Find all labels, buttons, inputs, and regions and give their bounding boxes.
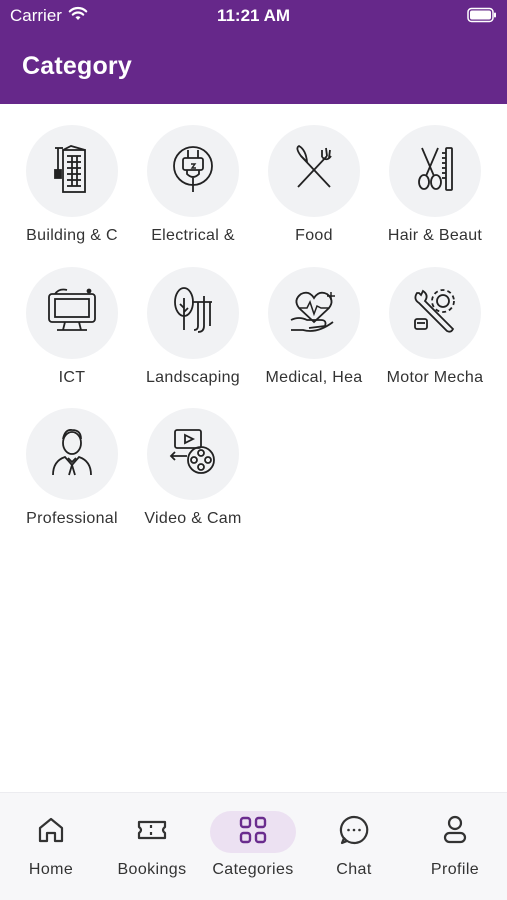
tab-icon-container	[412, 811, 498, 853]
category-label: ICT	[58, 369, 86, 386]
category-label: Building & C	[26, 227, 118, 244]
category-circle	[389, 267, 481, 359]
plug-icon	[168, 142, 218, 201]
tab-categories[interactable]: Categories	[203, 811, 303, 879]
tab-label: Home	[28, 861, 74, 878]
category-circle	[26, 125, 118, 217]
tab-label: Chat	[336, 861, 372, 878]
grid-icon	[238, 815, 268, 850]
category-circle	[268, 125, 360, 217]
status-bar: Carrier 11:21 AM	[0, 0, 507, 32]
category-label: Food	[295, 227, 333, 244]
category-item-video-camera[interactable]: Video & Cam	[138, 408, 248, 538]
category-item-electrical[interactable]: Electrical &	[138, 125, 248, 255]
category-label: Medical, Hea	[265, 369, 363, 386]
person-icon	[440, 814, 470, 851]
category-item-motor-mechanic[interactable]: Motor Mecha	[380, 267, 490, 397]
tab-icon-container	[109, 811, 195, 853]
category-label: Landscaping	[145, 369, 241, 386]
tab-profile[interactable]: Profile	[405, 811, 505, 879]
category-item-hair-beauty[interactable]: Hair & Beaut	[380, 125, 490, 255]
scissors-comb-icon	[410, 142, 460, 201]
battery-icon	[467, 7, 497, 28]
ticket-icon	[135, 814, 169, 851]
tab-chat[interactable]: Chat	[304, 811, 404, 879]
building-icon	[47, 142, 97, 201]
category-item-landscaping[interactable]: Landscaping	[138, 267, 248, 397]
category-label: Professional	[26, 510, 118, 527]
category-label: Electrical &	[151, 227, 235, 244]
chat-bubble-icon	[338, 814, 370, 851]
category-circle	[147, 125, 239, 217]
tab-icon-container	[8, 811, 94, 853]
category-label: Video & Cam	[144, 510, 242, 527]
category-item-professional[interactable]: Professional	[17, 408, 127, 538]
category-circle	[26, 267, 118, 359]
computer-monitor-icon	[45, 286, 99, 341]
tab-icon-container	[210, 811, 296, 853]
category-circle	[389, 125, 481, 217]
category-item-food[interactable]: Food	[259, 125, 369, 255]
app-header: Carrier 11:21 AM Category	[0, 0, 507, 104]
category-circle	[268, 267, 360, 359]
home-icon	[35, 814, 67, 851]
tab-bookings[interactable]: Bookings	[102, 811, 202, 879]
clock-time: 11:21 AM	[216, 6, 291, 25]
tab-label: Categories	[212, 861, 294, 878]
tab-home[interactable]: Home	[1, 811, 101, 879]
bottom-tab-bar: Home Bookings Categories Chat Profile	[0, 792, 507, 900]
category-circle	[147, 267, 239, 359]
businessman-icon	[47, 425, 97, 484]
heart-hand-icon	[287, 286, 341, 341]
category-label: Motor Mecha	[386, 369, 484, 386]
page-title: Category	[22, 52, 132, 80]
category-item-building[interactable]: Building & C	[17, 125, 127, 255]
wrench-gear-icon	[409, 285, 461, 342]
category-item-medical[interactable]: Medical, Hea	[259, 267, 369, 397]
category-circle	[147, 408, 239, 500]
tab-label: Bookings	[117, 861, 187, 878]
category-item-ict[interactable]: ICT	[17, 267, 127, 397]
tab-icon-container	[311, 811, 397, 853]
tab-label: Profile	[430, 861, 480, 878]
video-reel-icon	[167, 426, 219, 483]
category-label: Hair & Beaut	[387, 227, 483, 244]
trees-icon	[168, 284, 218, 343]
fork-knife-icon	[289, 142, 339, 201]
category-circle	[26, 408, 118, 500]
